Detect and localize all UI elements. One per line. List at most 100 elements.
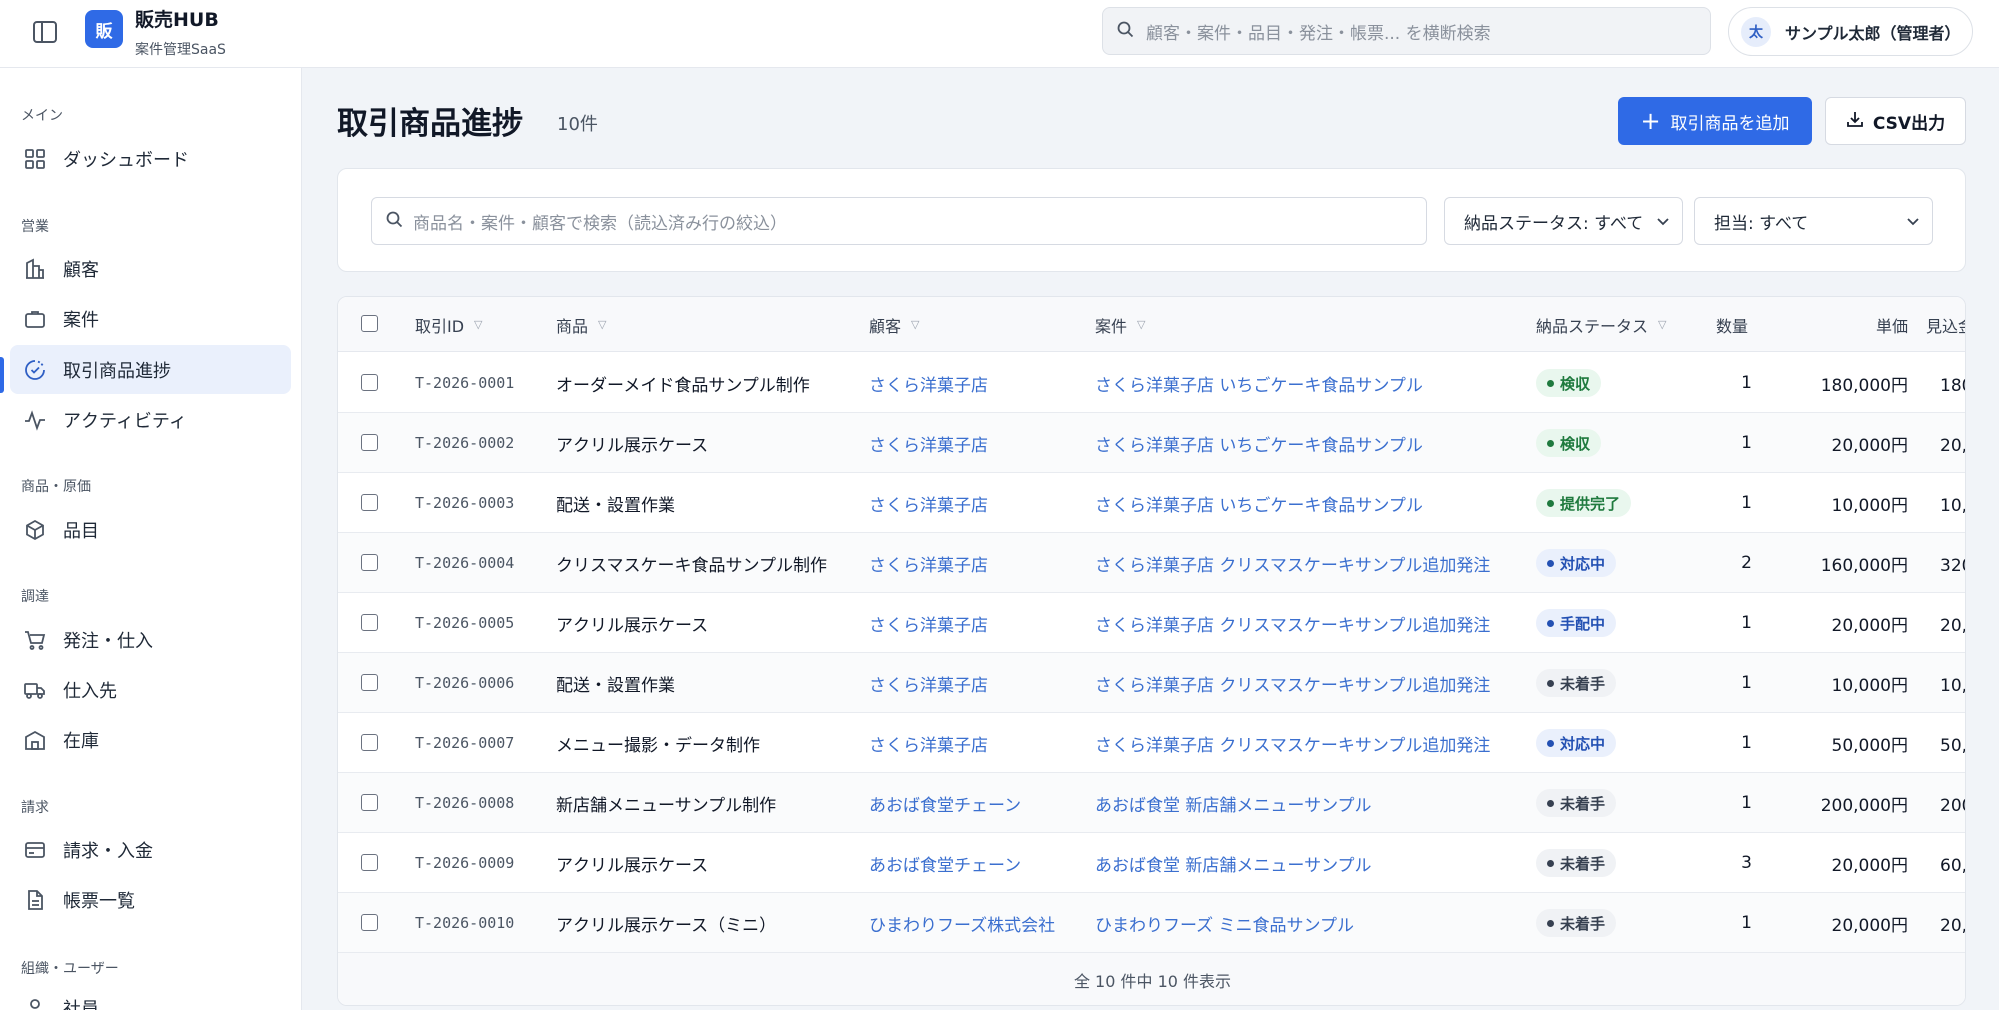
deal-link[interactable]: さくら洋菓子店 クリスマスケーキサンプル追加発注 [1095,713,1490,773]
filter-icon[interactable]: ▽ [1658,318,1666,331]
sidebar-item-customers[interactable]: 顧客 [10,244,291,293]
status-badge: 手配中 [1536,609,1617,637]
filter-icon[interactable]: ▽ [1137,318,1145,331]
sidebar-item-dashboard[interactable]: ダッシュボード [10,134,291,183]
customer-link[interactable]: さくら洋菓子店 [869,593,988,653]
sidebar: メイン ダッシュボード 営業 顧客 案件 取引商品進捗 アクティビティ 商品・原… [0,68,302,1010]
row-checkbox[interactable] [361,494,378,511]
column-header-id[interactable]: 取引ID ▽ [415,297,483,352]
column-header-deal[interactable]: 案件 ▽ [1095,297,1145,352]
global-search-input[interactable]: 顧客・案件・品目・発注・帳票... を横断検索 [1102,7,1711,55]
sidebar-item-deals[interactable]: 案件 [10,294,291,343]
table-row[interactable]: T-2026-0009 アクリル展示ケース あおば食堂チェーン あおば食堂 新店舗メニ… [338,833,1966,893]
table-row[interactable]: T-2026-0002 アクリル展示ケース さくら洋菓子店 さくら洋菓子店 いちごケー… [338,413,1965,473]
sidebar-item-orders[interactable]: 発注・仕入 [10,615,291,664]
column-header-qty[interactable]: 数量 [1716,297,1748,352]
item-search-input[interactable]: 商品名・案件・顧客で検索（読込済み行の絞込） [371,197,1427,245]
sidebar-item-invoices[interactable]: 請求・入金 [10,825,291,874]
deal-item-id: T-2026-0003 [415,494,515,512]
select-all-checkbox[interactable] [361,315,378,332]
brand-logo[interactable]: 販 [85,10,123,48]
row-checkbox[interactable] [361,434,378,451]
unit-price: 160,000円 [1820,555,1908,576]
column-header-unit-price[interactable]: 単価 [1808,297,1908,352]
sidebar-item-activity[interactable]: アクティビティ [10,395,291,444]
column-header-product[interactable]: 商品 ▽ [556,297,606,352]
filter-icon[interactable]: ▽ [911,318,919,331]
deal-item-id: T-2026-0005 [415,614,515,632]
customer-link[interactable]: さくら洋菓子店 [869,713,988,773]
deal-link[interactable]: さくら洋菓子店 いちごケーキ食品サンプル [1095,353,1423,413]
unit-price: 10,000円 [1831,495,1908,516]
owner-filter-value: 担当: すべて [1714,213,1809,234]
column-header-customer[interactable]: 顧客 ▽ [869,297,919,352]
customer-link[interactable]: さくら洋菓子店 [869,653,988,713]
active-indicator [0,357,4,393]
sidebar-section-procurement: 調達 [21,589,49,605]
filter-icon[interactable]: ▽ [598,318,606,331]
status-label: 検収 [1560,374,1591,393]
status-label: 対応中 [1560,734,1606,753]
customer-link[interactable]: さくら洋菓子店 [869,533,988,593]
sidebar-item-suppliers[interactable]: 仕入先 [10,665,291,714]
customer-link[interactable]: さくら洋菓子店 [869,473,988,533]
table-row[interactable]: T-2026-0008 新店舗メニューサンプル制作 あおば食堂チェーン あおば食堂 新… [338,773,1965,833]
status-label: 未着手 [1560,674,1606,693]
customer-link[interactable]: あおば食堂チェーン [869,773,1021,833]
customer-link[interactable]: さくら洋菓子店 [869,353,988,413]
status-cell: 提供完了 [1536,473,1632,533]
customer-link[interactable]: さくら洋菓子店 [869,413,988,473]
deal-link[interactable]: さくら洋菓子店 いちごケーキ食品サンプル [1095,413,1423,473]
deal-link[interactable]: ひまわりフーズ ミニ食品サンプル [1095,893,1354,953]
add-deal-item-button[interactable]: + 取引商品を追加 [1618,97,1812,145]
deal-link[interactable]: さくら洋菓子店 いちごケーキ食品サンプル [1095,473,1423,533]
row-checkbox[interactable] [361,854,378,871]
deal-link[interactable]: さくら洋菓子店 クリスマスケーキサンプル追加発注 [1095,593,1490,653]
table-row[interactable]: T-2026-0003 配送・設置作業 さくら洋菓子店 さくら洋菓子店 いちごケーキ食… [338,473,1965,533]
sidebar-item-items[interactable]: 品目 [10,505,291,554]
table-row[interactable]: T-2026-0010 アクリル展示ケース（ミニ） ひまわりフーズ株式会社 ひまわりフ… [338,893,1965,953]
table-row[interactable]: T-2026-0004 クリスマスケーキ食品サンプル制作 さくら洋菓子店 さくら洋菓子… [338,533,1965,593]
row-checkbox[interactable] [361,794,378,811]
row-checkbox[interactable] [361,734,378,751]
deal-link[interactable]: あおば食堂 新店舗メニューサンプル [1095,833,1372,893]
filter-icon[interactable]: ▽ [474,318,482,331]
column-header-amount[interactable]: 見込金額 [1926,297,1965,352]
search-icon [386,211,403,232]
status-filter-select[interactable]: 納品ステータス: すべて [1444,197,1683,245]
status-dot [1547,559,1554,567]
unit-price: 180,000円 [1820,375,1908,396]
sidebar-item-inventory[interactable]: 在庫 [10,715,291,764]
expected-amount: 60,000円 [1940,855,1966,876]
chevron-down-icon [1657,218,1669,226]
row-checkbox[interactable] [361,914,378,931]
sidebar-item-label: 仕入先 [63,680,117,702]
user-menu[interactable]: 太 サンプル太郎（管理者） [1728,7,1973,56]
table-row[interactable]: T-2026-0005 アクリル展示ケース さくら洋菓子店 さくら洋菓子店 クリスマス… [338,593,1965,653]
sidebar-item-label: 請求・入金 [63,840,153,862]
table-row[interactable]: T-2026-0001 オーダーメイド食品サンプル制作 さくら洋菓子店 さくら洋菓子店… [338,353,1965,413]
row-checkbox[interactable] [361,554,378,571]
sidebar-item-employees[interactable]: 社員 [10,983,291,1010]
sidebar-item-documents[interactable]: 帳票一覧 [10,875,291,924]
row-checkbox[interactable] [361,374,378,391]
row-checkbox[interactable] [361,614,378,631]
warehouse-icon [22,727,48,753]
customer-link[interactable]: ひまわりフーズ株式会社 [869,893,1055,953]
deal-link[interactable]: さくら洋菓子店 クリスマスケーキサンプル追加発注 [1095,533,1490,593]
status-badge: 未着手 [1536,909,1617,937]
row-checkbox[interactable] [361,674,378,691]
owner-filter-select[interactable]: 担当: すべて [1694,197,1933,245]
sidebar-toggle-icon[interactable] [30,17,60,47]
deal-link[interactable]: さくら洋菓子店 クリスマスケーキサンプル追加発注 [1095,653,1490,713]
table-row[interactable]: T-2026-0007 メニュー撮影・データ制作 さくら洋菓子店 さくら洋菓子店 クリ… [338,713,1965,773]
table-row[interactable]: T-2026-0006 配送・設置作業 さくら洋菓子店 さくら洋菓子店 クリスマスケー… [338,653,1965,713]
csv-export-button[interactable]: CSV出力 [1825,97,1966,145]
add-button-label: 取引商品を追加 [1670,113,1790,134]
status-badge: 対応中 [1536,549,1617,577]
customer-link[interactable]: あおば食堂チェーン [869,833,1021,893]
sidebar-item-deal-progress[interactable]: 取引商品進捗 [10,345,291,394]
product-name: 新店舗メニューサンプル制作 [556,795,777,816]
deal-link[interactable]: あおば食堂 新店舗メニューサンプル [1095,773,1372,833]
column-header-status[interactable]: 納品ステータス ▽ [1536,297,1666,352]
